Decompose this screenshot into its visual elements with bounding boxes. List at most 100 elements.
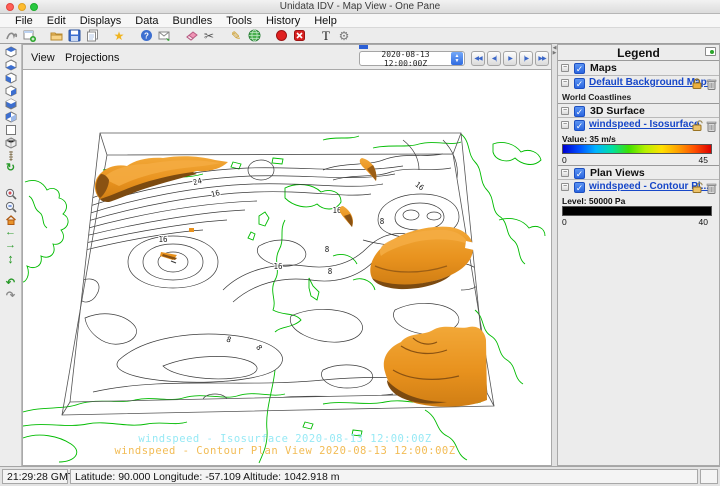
menu-history[interactable]: History xyxy=(259,15,307,27)
float-legend-icon[interactable] xyxy=(705,47,716,56)
collapse-icon[interactable]: − xyxy=(561,79,569,87)
step-forward-button[interactable]: |▶ xyxy=(519,51,533,66)
support-request-icon[interactable] xyxy=(157,29,171,43)
map-3d-canvas[interactable]: 24 16 16 16 16 8 8 16 8 8 8 xyxy=(23,69,551,465)
svg-text:16: 16 xyxy=(158,235,168,244)
legend-category-plan-views: − ✓ Plan Views xyxy=(558,165,719,180)
vertical-scale-icon[interactable] xyxy=(4,149,18,162)
perspective-box-icon[interactable] xyxy=(4,123,18,136)
cut-scissors-icon[interactable]: ✂ xyxy=(202,29,216,43)
time-stepper-icon[interactable]: ▲▼ xyxy=(451,52,463,65)
plan-views-checkbox[interactable]: ✓ xyxy=(574,168,585,179)
svg-text:8: 8 xyxy=(325,245,330,254)
menu-help[interactable]: Help xyxy=(307,15,344,27)
play-button[interactable]: ▶ xyxy=(503,51,517,66)
favorites-star-icon[interactable]: ★ xyxy=(112,29,126,43)
open-bundle-folder-icon[interactable] xyxy=(49,29,63,43)
pan-vertical-icon[interactable]: ↕ xyxy=(4,252,18,265)
view-bottom-cube-icon[interactable] xyxy=(4,58,18,71)
time-select-dropdown[interactable]: 2020-08-13 12:00:00Z ▲▼ xyxy=(359,51,465,66)
clock-readout: 21:29:28 GMT xyxy=(2,469,68,484)
category-label: 3D Surface xyxy=(590,105,645,117)
menu-projections[interactable]: Projections xyxy=(65,52,119,64)
collapse-icon[interactable]: − xyxy=(561,107,569,115)
globe-projection-icon[interactable] xyxy=(247,29,261,43)
time-value: 2020-08-13 12:00:00Z xyxy=(360,50,451,68)
maps-checkbox[interactable]: ✓ xyxy=(574,63,585,74)
status-spare-box xyxy=(700,469,718,484)
svg-text:8: 8 xyxy=(380,217,385,226)
menu-view[interactable]: View xyxy=(31,52,55,64)
menu-data[interactable]: Data xyxy=(128,15,165,27)
view-west-cube-icon[interactable] xyxy=(4,110,18,123)
wireframe-box-icon[interactable] xyxy=(4,136,18,149)
view-north-cube-icon[interactable] xyxy=(4,71,18,84)
svg-text:8: 8 xyxy=(328,267,333,276)
trash-icon[interactable] xyxy=(706,78,717,90)
contour-plan-checkbox[interactable]: ✓ xyxy=(574,182,585,193)
help-icon[interactable]: ? xyxy=(139,29,153,43)
collapse-icon[interactable]: − xyxy=(561,121,569,129)
collapse-icon[interactable]: − xyxy=(561,169,569,177)
trash-icon[interactable] xyxy=(706,182,717,194)
isosurface-layer xyxy=(95,156,487,407)
main-toolbar: ★ ? ✂ ✎ T ⚙ xyxy=(0,28,720,44)
home-view-icon[interactable] xyxy=(4,213,18,226)
undo-icon[interactable]: ↶ xyxy=(4,277,18,290)
zoom-out-icon[interactable] xyxy=(4,200,18,213)
new-display-window-icon[interactable] xyxy=(22,29,36,43)
svg-text:?: ? xyxy=(144,31,149,40)
isosurface-colorbar[interactable] xyxy=(562,144,712,154)
colorbar-min: 0 xyxy=(562,217,567,227)
text-note-icon[interactable]: T xyxy=(319,29,333,43)
animation-timeline[interactable] xyxy=(23,45,551,50)
menu-bundles[interactable]: Bundles xyxy=(166,15,220,27)
menu-displays[interactable]: Displays xyxy=(73,15,129,27)
menu-tools[interactable]: Tools xyxy=(219,15,259,27)
step-back-button[interactable]: ◀| xyxy=(487,51,501,66)
trash-icon[interactable] xyxy=(706,120,717,132)
colorbar-max: 40 xyxy=(699,217,708,227)
category-label: Plan Views xyxy=(590,167,645,179)
collapse-right-icon[interactable]: ▶ xyxy=(553,51,557,56)
redo-icon[interactable]: ↷ xyxy=(4,290,18,303)
legend-category-maps: − ✓ Maps xyxy=(558,61,719,76)
settings-gear-icon[interactable]: ⚙ xyxy=(337,29,351,43)
time-marker[interactable] xyxy=(359,45,368,49)
isosurface-checkbox[interactable]: ✓ xyxy=(574,120,585,131)
scene-svg: 24 16 16 16 16 8 8 16 8 8 8 xyxy=(23,70,551,464)
zoom-in-icon[interactable] xyxy=(4,187,18,200)
menu-edit[interactable]: Edit xyxy=(40,15,73,27)
delete-display-icon[interactable] xyxy=(292,29,306,43)
isosurface-link[interactable]: windspeed - Isosurface xyxy=(589,119,700,130)
show-dashboard-icon[interactable] xyxy=(4,29,18,43)
menu-file[interactable]: File xyxy=(8,15,40,27)
lock-open-icon[interactable] xyxy=(691,182,703,193)
lock-open-icon[interactable] xyxy=(691,120,703,131)
collapse-icon[interactable]: − xyxy=(561,64,569,72)
view-east-cube-icon[interactable] xyxy=(4,84,18,97)
legend-panel: Legend − ✓ Maps − ✓ Default Background M… xyxy=(557,44,720,466)
save-bundle-icon[interactable] xyxy=(67,29,81,43)
menu-bar: File Edit Displays Data Bundles Tools Hi… xyxy=(0,14,720,28)
eraser-icon[interactable] xyxy=(184,29,198,43)
collapse-icon[interactable]: − xyxy=(561,183,569,191)
go-to-end-button[interactable]: ▶▶ xyxy=(535,51,549,66)
default-maps-checkbox[interactable]: ✓ xyxy=(574,78,585,89)
pan-left-icon[interactable]: ← xyxy=(4,226,18,239)
view-south-cube-icon[interactable] xyxy=(4,97,18,110)
plan-colorbar[interactable] xyxy=(562,206,712,216)
legend-category-3d-surface: − ✓ 3D Surface xyxy=(558,103,719,118)
save-as-icon[interactable] xyxy=(85,29,99,43)
map-sub-label: World Coastlines xyxy=(562,92,631,102)
legend-title: Legend xyxy=(558,46,719,60)
view-top-cube-icon[interactable] xyxy=(4,45,18,58)
edit-pencil-icon[interactable]: ✎ xyxy=(229,29,243,43)
lock-closed-icon[interactable] xyxy=(691,78,703,89)
surface-checkbox[interactable]: ✓ xyxy=(574,106,585,117)
auto-rotate-icon[interactable]: ↻ xyxy=(4,162,18,175)
record-image-icon[interactable] xyxy=(274,29,288,43)
plan-view-caption: windspeed - Contour Plan View 2020-08-13… xyxy=(114,445,455,457)
isosurface-value-label: Value: 35 m/s xyxy=(562,134,616,144)
go-to-start-button[interactable]: ◀◀ xyxy=(471,51,485,66)
